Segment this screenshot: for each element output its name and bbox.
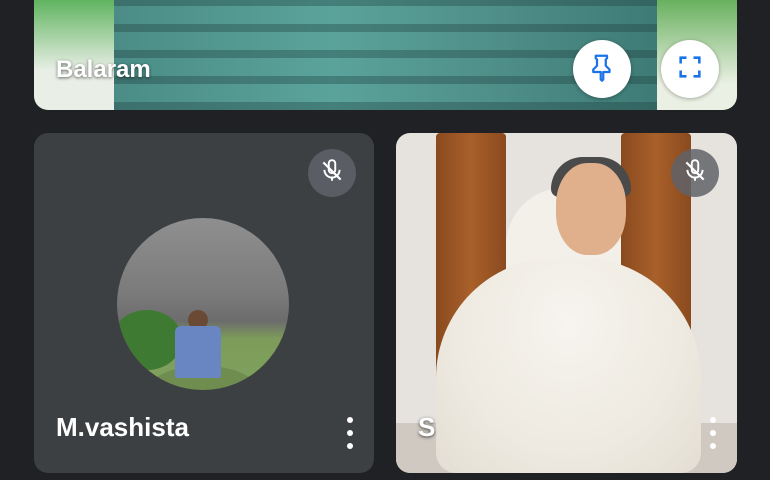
- mic-off-icon: [319, 158, 345, 189]
- more-options-button[interactable]: [707, 417, 719, 449]
- participant-tile-m-vashista[interactable]: M.vashista: [34, 133, 374, 473]
- participant-video: [556, 163, 626, 255]
- participant-tile-balaram[interactable]: Balaram: [34, 0, 737, 110]
- participant-tile-s[interactable]: S: [396, 133, 737, 473]
- mic-off-icon: [682, 158, 708, 189]
- more-vert-icon: [347, 417, 353, 423]
- fullscreen-icon: [676, 53, 704, 86]
- mic-off-indicator: [671, 149, 719, 197]
- participant-video: [436, 258, 701, 473]
- avatar: [117, 218, 289, 390]
- participant-name: M.vashista: [56, 412, 189, 442]
- fullscreen-button[interactable]: [661, 40, 719, 98]
- pin-icon: [587, 52, 617, 87]
- more-vert-icon: [710, 417, 716, 423]
- participant-name: S: [418, 412, 436, 442]
- more-options-button[interactable]: [344, 417, 356, 449]
- pin-button[interactable]: [573, 40, 631, 98]
- participant-name: Balaram: [56, 56, 151, 83]
- mic-off-indicator: [308, 149, 356, 197]
